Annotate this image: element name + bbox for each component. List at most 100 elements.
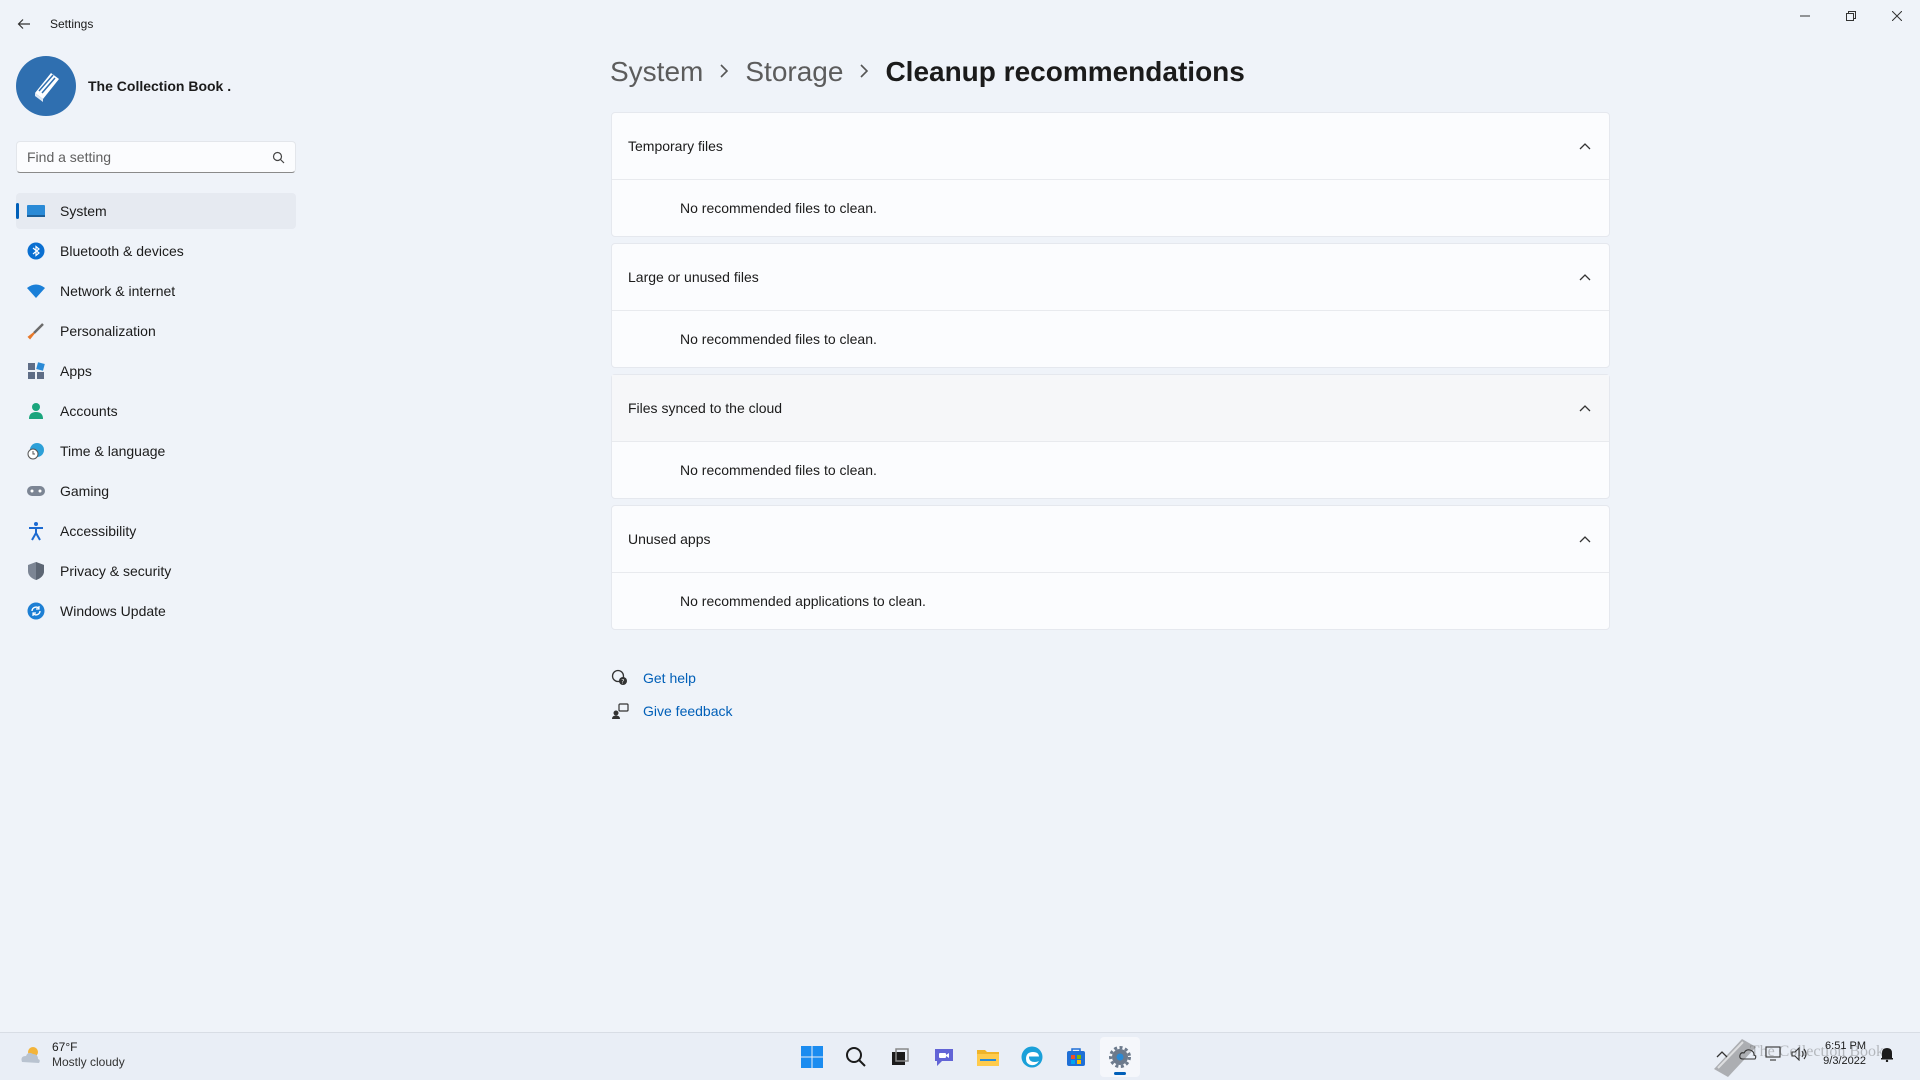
- bell-icon: [1881, 1048, 1893, 1062]
- chevron-up-icon: [1716, 1051, 1728, 1058]
- monitor-icon: [1765, 1046, 1781, 1061]
- breadcrumb: System Storage Cleanup recommendations: [610, 56, 1245, 88]
- sidebar-item-personalization[interactable]: Personalization: [16, 313, 296, 349]
- sidebar-item-label: Gaming: [60, 483, 110, 499]
- person-icon: [26, 401, 46, 421]
- weather-widget[interactable]: 67°F Mostly cloudy: [18, 1040, 125, 1070]
- feedback-icon: [611, 702, 629, 720]
- sidebar-item-label: Bluetooth & devices: [60, 243, 184, 259]
- svg-text:?: ?: [621, 678, 624, 685]
- search-box[interactable]: [16, 141, 296, 173]
- notifications-button[interactable]: [1875, 1042, 1899, 1066]
- user-profile[interactable]: The Collection Book .: [16, 56, 231, 116]
- sidebar-item-label: Accessibility: [60, 523, 137, 539]
- taskbar-apps: [790, 1037, 1142, 1077]
- arrow-left-icon: [17, 19, 30, 29]
- store-button[interactable]: [1056, 1037, 1096, 1077]
- weather-desc: Mostly cloudy: [52, 1055, 125, 1069]
- brush-icon: [26, 321, 46, 341]
- bluetooth-icon: [26, 241, 46, 261]
- section-header[interactable]: Unused apps: [612, 506, 1609, 573]
- file-explorer-button[interactable]: [968, 1037, 1008, 1077]
- section-message: No recommended files to clean.: [680, 200, 877, 216]
- title-bar: Settings: [0, 0, 1920, 48]
- apps-icon: [26, 361, 46, 381]
- task-view-button[interactable]: [880, 1037, 920, 1077]
- sidebar-item-system[interactable]: System: [16, 193, 296, 229]
- sidebar-item-label: Privacy & security: [60, 563, 172, 579]
- back-button[interactable]: [12, 12, 36, 36]
- section-title: Temporary files: [628, 138, 723, 154]
- show-hidden-icons-button[interactable]: [1710, 1042, 1734, 1066]
- section-message: No recommended applications to clean.: [680, 593, 926, 609]
- close-icon: [1892, 11, 1902, 21]
- network-button[interactable]: [1762, 1042, 1786, 1066]
- clock[interactable]: 6:51 PM 9/3/2022: [1823, 1039, 1866, 1069]
- sidebar-item-accounts[interactable]: Accounts: [16, 393, 296, 429]
- avatar: [16, 56, 76, 116]
- sidebar-item-label: Network & internet: [60, 283, 176, 299]
- give-feedback-link[interactable]: Give feedback: [643, 703, 733, 719]
- restore-button[interactable]: [1828, 0, 1874, 32]
- sidebar-nav: System Bluetooth & devices Network & int…: [16, 193, 296, 633]
- clock-date: 9/3/2022: [1823, 1055, 1866, 1067]
- sidebar-item-label: Accounts: [60, 403, 118, 419]
- profile-name: The Collection Book .: [88, 78, 232, 94]
- help-links: ? Get help Give feedback: [611, 661, 733, 727]
- edge-browser-button[interactable]: [1012, 1037, 1052, 1077]
- get-help-row: ? Get help: [611, 661, 733, 694]
- chevron-up-icon[interactable]: [1577, 269, 1593, 285]
- system-tray: 6:51 PM 9/3/2022: [1709, 1039, 1900, 1069]
- folder-icon: [977, 1050, 999, 1066]
- teams-chat-button[interactable]: [924, 1037, 964, 1077]
- minimize-button[interactable]: [1782, 0, 1828, 32]
- search-icon: [846, 1047, 866, 1067]
- shield-icon: [26, 561, 46, 581]
- give-feedback-row: Give feedback: [611, 694, 733, 727]
- sidebar-item-accessibility[interactable]: Accessibility: [16, 513, 296, 549]
- accessibility-icon: [26, 521, 46, 541]
- gear-icon: [1109, 1046, 1131, 1068]
- sidebar-item-privacy[interactable]: Privacy & security: [16, 553, 296, 589]
- sidebar-item-windows-update[interactable]: Windows Update: [16, 593, 296, 629]
- chevron-up-icon[interactable]: [1577, 531, 1593, 547]
- breadcrumb-storage[interactable]: Storage: [745, 56, 843, 88]
- cleanup-sections: Temporary files No recommended files to …: [611, 112, 1610, 636]
- wifi-icon: [26, 281, 46, 301]
- sidebar-item-label: Apps: [60, 363, 92, 379]
- window-controls: [1782, 0, 1920, 32]
- section-unused-apps: Unused apps No recommended applications …: [611, 505, 1610, 630]
- close-button[interactable]: [1874, 0, 1920, 32]
- chat-icon: [935, 1049, 953, 1066]
- start-button[interactable]: [792, 1037, 832, 1077]
- sidebar-item-gaming[interactable]: Gaming: [16, 473, 296, 509]
- sidebar-item-apps[interactable]: Apps: [16, 353, 296, 389]
- onedrive-button[interactable]: [1736, 1042, 1760, 1066]
- sidebar-item-bluetooth[interactable]: Bluetooth & devices: [16, 233, 296, 269]
- section-header[interactable]: Temporary files: [612, 113, 1609, 180]
- gamepad-icon: [26, 481, 46, 501]
- search-icon[interactable]: [272, 151, 285, 164]
- section-header[interactable]: Files synced to the cloud: [612, 375, 1609, 442]
- globe-clock-icon: [26, 441, 46, 461]
- chevron-up-icon[interactable]: [1577, 138, 1593, 154]
- taskbar-search-button[interactable]: [836, 1037, 876, 1077]
- sidebar-item-network[interactable]: Network & internet: [16, 273, 296, 309]
- task-view-icon: [892, 1048, 909, 1065]
- store-icon: [1067, 1048, 1085, 1066]
- breadcrumb-system[interactable]: System: [610, 56, 703, 88]
- chevron-right-icon: [719, 61, 729, 84]
- search-input[interactable]: [27, 149, 272, 165]
- volume-button[interactable]: [1788, 1042, 1812, 1066]
- settings-app-button[interactable]: [1100, 1037, 1140, 1077]
- sidebar-item-label: Windows Update: [60, 603, 166, 619]
- book-icon: [35, 73, 59, 102]
- chevron-up-icon[interactable]: [1577, 400, 1593, 416]
- get-help-link[interactable]: Get help: [643, 670, 696, 686]
- taskbar: 67°F Mostly cloudy The Collection Book 6…: [0, 1032, 1920, 1080]
- restore-icon: [1846, 11, 1856, 21]
- section-header[interactable]: Large or unused files: [612, 244, 1609, 311]
- section-title: Files synced to the cloud: [628, 400, 783, 416]
- sidebar-item-time-language[interactable]: Time & language: [16, 433, 296, 469]
- section-title: Large or unused files: [628, 269, 759, 285]
